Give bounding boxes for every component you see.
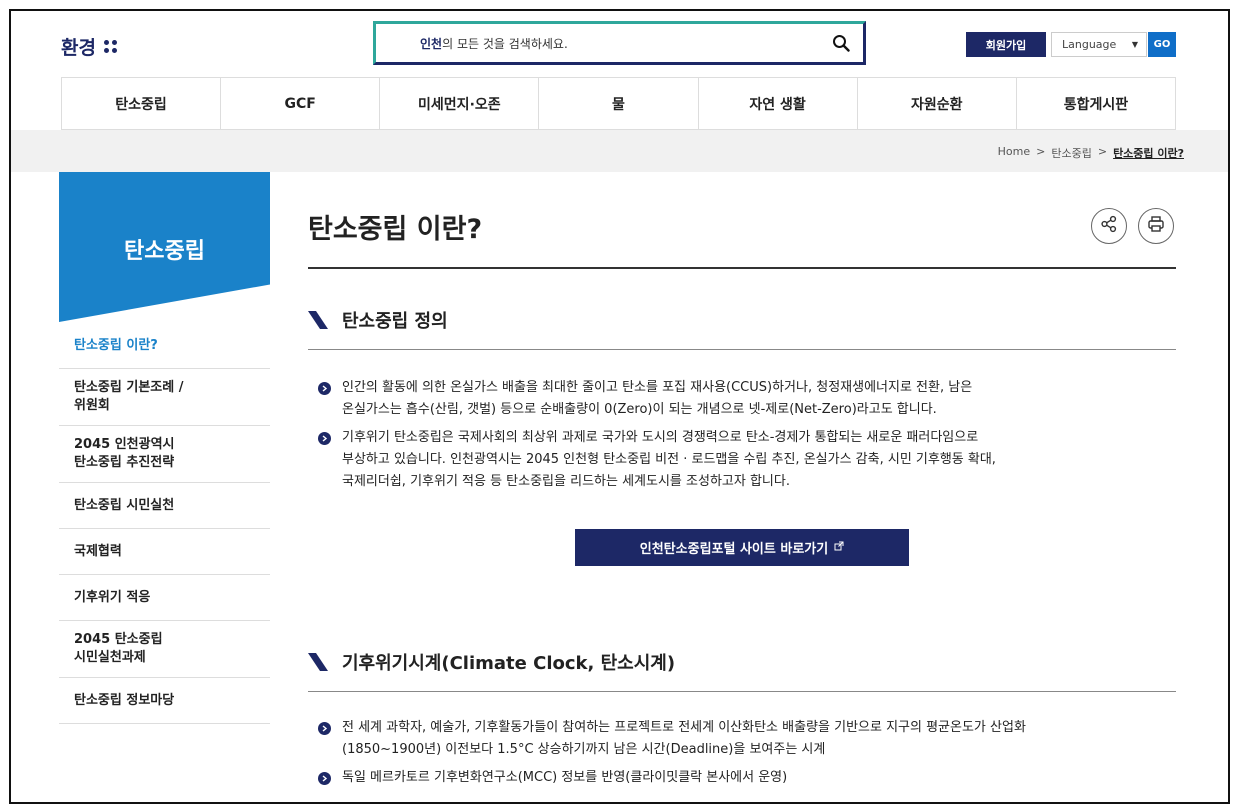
- page-frame: 환경 인천의 모든 것을 검색하세요. 회원가입 Language ▼ GO 탄…: [9, 9, 1230, 804]
- print-icon: [1147, 215, 1165, 237]
- breadcrumb-separator: >: [1097, 145, 1108, 158]
- go-button[interactable]: GO: [1148, 32, 1176, 57]
- bullet-text: 국제리더쉽, 기후위기 적응 등 탄소중립을 리드하는 세계도시를 조성하고자 …: [342, 474, 790, 489]
- sidebar-item-label: 탄소중립 이란?: [74, 337, 158, 353]
- list-item: 기후위기 탄소중립은 국제사회의 최상위 과제로 국가와 도시의 경쟁력으로 탄…: [318, 427, 1178, 493]
- section-heading: 탄소중립 정의: [308, 307, 448, 333]
- nav-item-gcf[interactable]: GCF: [220, 78, 379, 129]
- bullet-arrow-icon: [318, 772, 331, 785]
- sidebar-item-label: 시민실천과제: [74, 650, 146, 665]
- sidebar-item-label: 국제협력: [74, 543, 122, 559]
- sidebar-item-label: 탄소중립 시민실천: [74, 497, 175, 513]
- search-box[interactable]: 인천의 모든 것을 검색하세요.: [373, 21, 866, 65]
- search-input[interactable]: 인천의 모든 것을 검색하세요.: [420, 35, 831, 52]
- breadcrumb-level1[interactable]: 탄소중립: [1051, 145, 1091, 161]
- section-title: 기후위기시계(Climate Clock, 탄소시계): [342, 653, 676, 674]
- bullet-arrow-icon: [318, 432, 331, 445]
- page-title: 탄소중립 이란?: [308, 214, 483, 245]
- caret-down-icon: ▼: [1131, 40, 1138, 49]
- print-button[interactable]: [1138, 208, 1174, 244]
- share-button[interactable]: [1091, 208, 1127, 244]
- section-marker-icon: [308, 311, 328, 329]
- sidebar-item-info[interactable]: 탄소중립 정보마당: [59, 678, 270, 724]
- breadcrumb-bar: Home > 탄소중립 > 탄소중립 이란?: [11, 130, 1228, 172]
- sidebar-item-label: 2045 인천광역시: [74, 437, 175, 452]
- bullet-text: 독일 메르카토르 기후변화연구소(MCC) 정보를 반영(클라이밋클락 본사에서…: [342, 770, 788, 785]
- breadcrumb: Home > 탄소중립 > 탄소중립 이란?: [998, 145, 1184, 161]
- share-icon: [1100, 215, 1118, 237]
- logo-dots-icon: [103, 40, 117, 53]
- bullet-text: 온실가스는 흡수(산림, 갯벌) 등으로 순배출량이 0(Zero)이 되는 개…: [342, 402, 937, 417]
- list-item: 독일 메르카토르 기후변화연구소(MCC) 정보를 반영(클라이밋클락 본사에서…: [318, 767, 1178, 789]
- logo-text: 환경: [61, 37, 96, 59]
- sidebar-item-label: 탄소중립 기본조례 /: [74, 380, 184, 395]
- language-label: Language: [1062, 38, 1117, 51]
- section-heading: 기후위기시계(Climate Clock, 탄소시계): [308, 649, 675, 675]
- sidebar-item-label: 탄소중립 정보마당: [74, 692, 175, 708]
- bullet-text: 기후위기 탄소중립은 국제사회의 최상위 과제로 국가와 도시의 경쟁력으로 탄…: [342, 430, 979, 445]
- main-nav: 탄소중립 GCF 미세먼지·오존 물 자연 생활 자원순환 통합게시판: [61, 77, 1176, 130]
- search-keyword: 인천: [420, 36, 443, 51]
- nav-item-recycling[interactable]: 자원순환: [856, 78, 1016, 129]
- sidebar-item-label: 2045 탄소중립: [74, 632, 163, 647]
- breadcrumb-separator: >: [1036, 145, 1046, 158]
- bullet-text: 인간의 활동에 의한 온실가스 배출을 최대한 줄이고 탄소를 포집 재사용(C…: [342, 380, 973, 395]
- sidebar-item-label: 기후위기 적응: [74, 589, 151, 605]
- sidebar-item-citizen-tasks[interactable]: 2045 탄소중립시민실천과제: [59, 621, 270, 678]
- sidebar-item-international[interactable]: 국제협력: [59, 529, 270, 575]
- title-divider: [308, 267, 1176, 269]
- bullet-text: 부상하고 있습니다. 인천광역시는 2045 인천형 탄소중립 비전 · 로드맵…: [342, 452, 996, 467]
- list-item: 전 세계 과학자, 예술가, 기후활동가들이 참여하는 프로젝트로 전세계 이산…: [318, 717, 1178, 761]
- portal-link-button[interactable]: 인천탄소중립포털 사이트 바로가기: [575, 529, 909, 566]
- nav-item-water[interactable]: 물: [538, 78, 697, 129]
- search-icon[interactable]: [831, 33, 851, 53]
- section2-bullet-list: 전 세계 과학자, 예술가, 기후활동가들이 참여하는 프로젝트로 전세계 이산…: [318, 717, 1178, 795]
- join-button[interactable]: 회원가입: [966, 32, 1046, 57]
- sidebar-item-label: 탄소중립 추진전략: [74, 455, 175, 470]
- section-divider: [308, 349, 1176, 350]
- sidebar-item-what-is[interactable]: 탄소중립 이란?: [59, 323, 270, 369]
- nav-item-nature[interactable]: 자연 생활: [697, 78, 857, 129]
- bullet-arrow-icon: [318, 382, 331, 395]
- sidebar-item-ordinance[interactable]: 탄소중립 기본조례 / 위원회: [59, 369, 270, 426]
- external-link-icon: [834, 540, 844, 555]
- search-placeholder: 의 모든 것을 검색하세요.: [442, 36, 568, 51]
- nav-item-fine-dust[interactable]: 미세먼지·오존: [379, 78, 538, 129]
- list-item: 인간의 활동에 의한 온실가스 배출을 최대한 줄이고 탄소를 포집 재사용(C…: [318, 377, 1178, 421]
- breadcrumb-home[interactable]: Home: [998, 145, 1030, 161]
- section-divider: [308, 691, 1176, 692]
- nav-item-carbon-neutral[interactable]: 탄소중립: [61, 78, 220, 129]
- sidebar-item-citizen-practice[interactable]: 탄소중립 시민실천: [59, 483, 270, 529]
- sidebar-item-strategy[interactable]: 2045 인천광역시탄소중립 추진전략: [59, 426, 270, 483]
- bullet-arrow-icon: [318, 722, 331, 735]
- breadcrumb-current[interactable]: 탄소중립 이란?: [1113, 145, 1184, 161]
- nav-item-board[interactable]: 통합게시판: [1015, 78, 1176, 129]
- sidebar-title: 탄소중립: [124, 239, 205, 264]
- language-select[interactable]: Language ▼: [1051, 32, 1147, 57]
- bullet-text: 전 세계 과학자, 예술가, 기후활동가들이 참여하는 프로젝트로 전세계 이산…: [342, 720, 1026, 735]
- sidebar-menu: 탄소중립 이란? 탄소중립 기본조례 / 위원회 2045 인천광역시탄소중립 추…: [59, 323, 270, 724]
- sidebar-item-label: 위원회: [74, 398, 110, 413]
- site-logo[interactable]: 환경: [61, 33, 117, 60]
- section1-bullet-list: 인간의 활동에 의한 온실가스 배출을 최대한 줄이고 탄소를 포집 재사용(C…: [318, 377, 1178, 499]
- portal-link-label: 인천탄소중립포털 사이트 바로가기: [639, 542, 829, 557]
- sidebar-item-adaptation[interactable]: 기후위기 적응: [59, 575, 270, 621]
- section-marker-icon: [308, 653, 328, 671]
- bullet-text: (1850~1900년) 이전보다 1.5°C 상승하기까지 남은 시간(Dea…: [342, 742, 826, 757]
- section-title: 탄소중립 정의: [342, 311, 448, 332]
